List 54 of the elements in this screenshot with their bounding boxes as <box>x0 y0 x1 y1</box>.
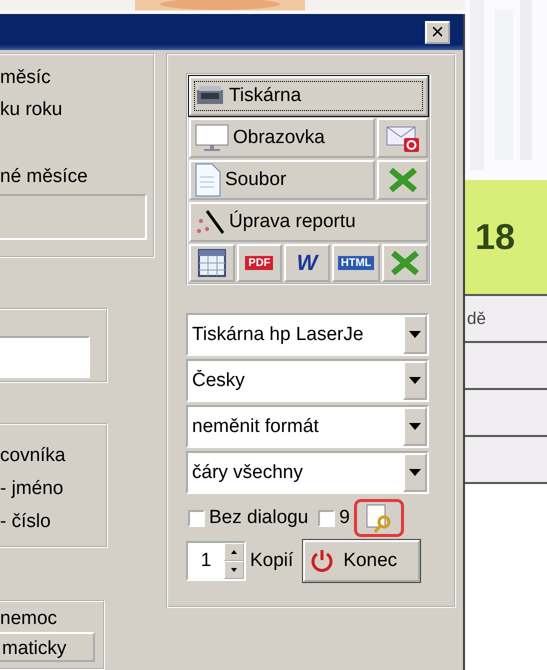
magic-wand-icon <box>195 207 225 237</box>
dropdown-button[interactable] <box>403 453 427 492</box>
monitor-icon <box>195 124 229 152</box>
input-field[interactable] <box>0 194 147 240</box>
dropdown-button[interactable] <box>403 407 427 446</box>
group-label: nemoc <box>0 608 58 630</box>
dropdown-button[interactable] <box>403 315 427 354</box>
option-label: měsíc <box>0 67 52 89</box>
dropdown[interactable]: Tiskárna hp LaserJe <box>186 313 429 356</box>
spin-down-button[interactable] <box>224 561 244 579</box>
heading: 18 <box>475 216 516 258</box>
dropdown[interactable]: čáry všechny <box>186 451 429 494</box>
checkbox[interactable] <box>188 510 205 526</box>
table-icon <box>198 249 226 277</box>
option-label: covníka <box>0 445 66 467</box>
copies-label: Kopií <box>250 550 294 572</box>
option-label: né měsíce <box>0 166 89 188</box>
input-field[interactable] <box>0 336 90 378</box>
caret-icon <box>409 331 421 338</box>
option-button[interactable]: maticky <box>0 632 95 662</box>
caret-icon <box>409 423 421 430</box>
option-label: - číslo <box>0 511 52 533</box>
checkbox-label: Bez dialogu <box>209 507 308 529</box>
caret-icon <box>409 377 421 384</box>
option-label: - jméno <box>0 478 64 500</box>
format-button[interactable]: PDF <box>236 244 282 282</box>
output-button[interactable]: Obrazovka <box>189 118 375 158</box>
down-arrow-icon <box>231 568 237 572</box>
option-label: ku roku <box>0 99 64 121</box>
format-button[interactable]: W <box>284 244 330 282</box>
dropdown[interactable]: neměnit formát <box>186 405 429 448</box>
document-icon <box>195 163 221 197</box>
spin-up-button[interactable] <box>224 543 244 561</box>
export-button[interactable] <box>377 160 428 200</box>
close-button[interactable]: × <box>425 20 450 44</box>
excel-icon <box>388 168 418 192</box>
caret-icon <box>409 469 421 476</box>
power-icon <box>309 548 336 574</box>
dropdown-button[interactable] <box>403 361 427 400</box>
format-button[interactable] <box>189 244 235 282</box>
table-cell: dě <box>467 308 486 328</box>
output-button[interactable]: Úprava reportu <box>189 202 428 242</box>
exit-button[interactable]: Konec <box>303 540 420 582</box>
format-button[interactable] <box>382 244 428 282</box>
output-button[interactable]: Soubor <box>189 160 375 200</box>
preview-button[interactable] <box>354 499 404 537</box>
copies-spinner[interactable]: 1 <box>186 541 246 581</box>
up-arrow-icon <box>231 550 237 554</box>
checkbox[interactable] <box>318 510 336 526</box>
export-button[interactable] <box>377 118 428 158</box>
checkbox-label: 9 <box>339 507 350 529</box>
excel-icon <box>390 251 420 275</box>
format-button[interactable]: HTML <box>332 244 380 282</box>
output-button[interactable]: Tiskárna <box>189 76 428 116</box>
